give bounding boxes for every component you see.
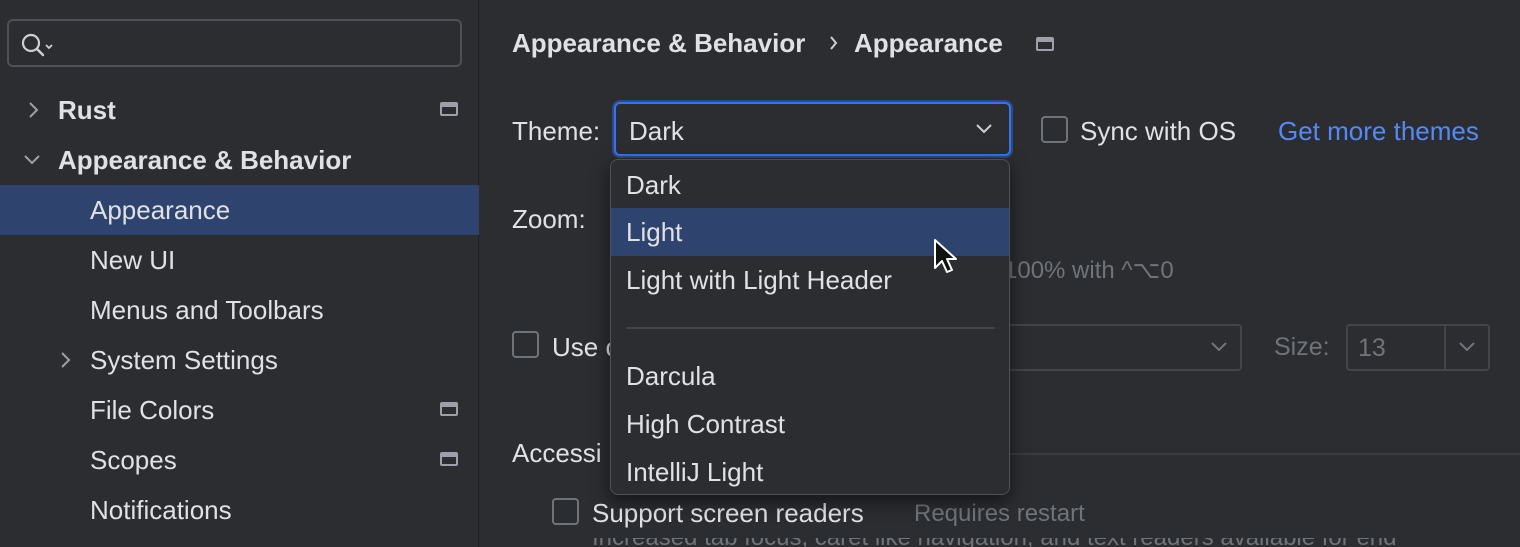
sidebar-item-file-colors[interactable]: File Colors <box>0 385 479 435</box>
sidebar-item-notifications[interactable]: Notifications <box>0 485 479 535</box>
theme-label: Theme: <box>512 116 601 146</box>
chevron-down-icon[interactable] <box>22 150 42 170</box>
sync-with-os-checkbox[interactable] <box>1041 116 1068 143</box>
section-divider <box>1010 453 1520 455</box>
chevron-down-icon <box>976 124 992 134</box>
accessibility-description: Increased tab focus, caret like navigati… <box>592 538 1492 547</box>
search-icon <box>21 33 53 57</box>
theme-option-intellij-light[interactable]: IntelliJ Light <box>611 448 1009 494</box>
theme-dropdown-popup: Dark Light Light with Light Header Darcu… <box>610 159 1010 495</box>
popup-separator <box>626 327 995 329</box>
chevron-right-icon[interactable] <box>24 100 44 120</box>
sidebar-item-label: Menus and Toolbars <box>90 294 324 325</box>
search-input[interactable] <box>61 29 451 57</box>
chevron-down-icon <box>1459 342 1475 352</box>
accessibility-header: Accessi <box>512 438 602 468</box>
sidebar-item-scopes[interactable]: Scopes <box>0 435 479 485</box>
font-family-dropdown[interactable] <box>999 324 1242 371</box>
project-settings-icon <box>440 452 458 466</box>
get-more-themes-link[interactable]: Get more themes <box>1278 116 1479 147</box>
settings-sidebar: Rust Appearance & Behavior Appearance Ne… <box>0 0 479 547</box>
font-size-dropdown[interactable]: 13 <box>1346 324 1490 371</box>
theme-dropdown[interactable]: Dark <box>614 102 1011 156</box>
screen-readers-label[interactable]: Support screen readers <box>592 498 864 529</box>
sync-with-os-label[interactable]: Sync with OS <box>1080 116 1236 147</box>
zoom-reset-hint: 100% with ^⌥0 <box>1004 257 1174 284</box>
sidebar-item-label: New UI <box>90 244 176 275</box>
breadcrumb-separator-icon <box>830 36 838 50</box>
sidebar-item-menus-toolbars[interactable]: Menus and Toolbars <box>0 285 479 335</box>
project-settings-icon <box>440 402 458 416</box>
chevron-right-icon[interactable] <box>56 350 76 370</box>
sidebar-item-label: File Colors <box>90 394 215 425</box>
sidebar-item-label: Appearance <box>90 194 231 225</box>
sidebar-item-label: Rust <box>58 94 116 125</box>
project-settings-icon <box>440 102 458 116</box>
project-settings-icon <box>1036 37 1054 51</box>
sidebar-item-system-settings[interactable]: System Settings <box>0 335 479 385</box>
combo-divider <box>1444 326 1446 369</box>
font-size-label: Size: <box>1274 333 1330 361</box>
screen-readers-checkbox[interactable] <box>552 498 579 525</box>
sidebar-item-label: Scopes <box>90 444 177 475</box>
theme-option-darcula[interactable]: Darcula <box>611 352 1009 400</box>
theme-dropdown-value: Dark <box>629 116 684 146</box>
zoom-label: Zoom: <box>512 204 586 234</box>
sidebar-item-rust[interactable]: Rust <box>0 85 479 135</box>
use-custom-font-label[interactable]: Use c <box>552 332 618 363</box>
breadcrumb-current: Appearance <box>854 28 1003 58</box>
sidebar-item-appearance-behavior[interactable]: Appearance & Behavior <box>0 135 479 185</box>
sidebar-item-label: Notifications <box>90 494 232 525</box>
sidebar-item-appearance[interactable]: Appearance <box>0 185 479 235</box>
settings-search-box[interactable] <box>7 19 462 67</box>
mouse-pointer-icon <box>934 239 957 273</box>
use-custom-font-checkbox[interactable] <box>512 331 539 358</box>
requires-restart-note: Requires restart <box>914 500 1085 527</box>
chevron-down-icon <box>1211 342 1227 352</box>
theme-option-dark[interactable]: Dark <box>611 161 1009 209</box>
sidebar-item-label: System Settings <box>90 344 278 375</box>
breadcrumb-parent[interactable]: Appearance & Behavior <box>512 28 805 59</box>
theme-option-high-contrast[interactable]: High Contrast <box>611 400 1009 448</box>
sidebar-item-label: Appearance & Behavior <box>58 144 352 175</box>
font-size-value: 13 <box>1358 334 1386 362</box>
sidebar-item-new-ui[interactable]: New UI <box>0 235 479 285</box>
